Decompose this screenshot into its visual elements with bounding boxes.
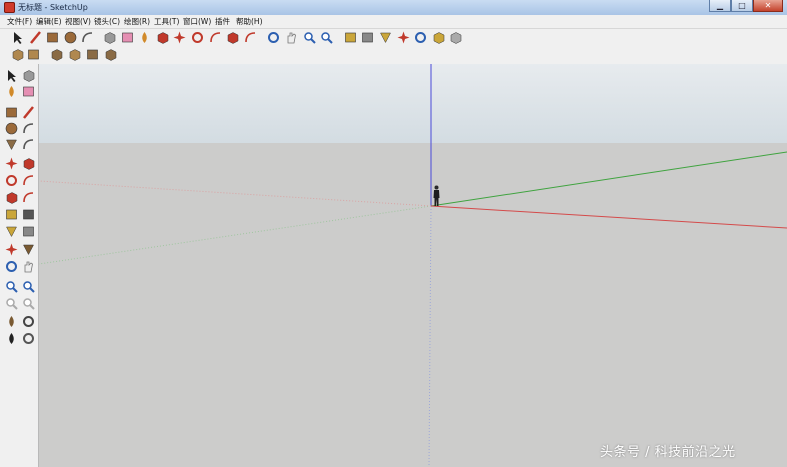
text-icon[interactable] [21,224,36,239]
front-view-icon[interactable] [49,47,64,62]
look-around-icon[interactable] [21,314,36,329]
blue-axis-dashed [428,205,432,467]
zoom-window-icon[interactable] [21,279,36,294]
circle-icon[interactable] [4,121,19,136]
dimension-icon[interactable] [21,207,36,222]
green-axis-dashed [39,205,432,265]
title-bar: 无标题 - SketchUp ▁ □ ✕ [0,0,787,15]
watermark: 头条号 / 科技前沿之光 [600,445,736,460]
eraser-icon[interactable] [120,30,135,45]
offset-icon[interactable] [243,30,258,45]
push-pull-icon[interactable] [155,30,170,45]
right-view-icon[interactable] [67,47,82,62]
menu-draw[interactable]: 绘图(R) [124,15,150,28]
select-icon[interactable] [10,30,25,45]
green-axis-solid [430,151,787,207]
eraser-icon[interactable] [21,84,36,99]
axes-icon[interactable] [396,30,411,45]
3d-warehouse-icon[interactable] [413,30,428,45]
scale-figure-person[interactable] [433,185,440,207]
rotate-icon[interactable] [4,173,19,188]
zoom-extents-icon[interactable] [319,30,334,45]
paint-bucket-icon[interactable] [137,30,152,45]
window-title: 无标题 - SketchUp [18,3,88,12]
rotate-icon[interactable] [190,30,205,45]
components-icon[interactable] [448,30,463,45]
axes-icon[interactable] [4,242,19,257]
rectangle-icon[interactable] [4,105,19,120]
drawing-viewport[interactable] [39,64,787,467]
protractor-icon[interactable] [4,224,19,239]
next-view-icon[interactable] [21,296,36,311]
close-button[interactable]: ✕ [753,0,783,12]
circle-icon[interactable] [63,30,78,45]
sketchup-app-icon[interactable] [4,2,15,13]
protractor-icon[interactable] [378,30,393,45]
select-icon[interactable] [4,68,19,83]
previous-view-icon[interactable] [4,296,19,311]
menu-edit[interactable]: 编辑(E) [36,15,62,28]
menu-plugins[interactable]: 插件 [215,15,230,28]
polygon-icon[interactable] [4,137,19,152]
scale-icon[interactable] [4,190,19,205]
menu-camera[interactable]: 镜头(C) [94,15,120,28]
follow-me-icon[interactable] [208,30,223,45]
tape-measure-icon[interactable] [4,207,19,222]
section-plane-icon[interactable] [21,331,36,346]
offset-icon[interactable] [21,190,36,205]
arc-icon[interactable] [21,121,36,136]
text-icon[interactable] [360,30,375,45]
share-model-icon[interactable] [431,30,446,45]
scale-icon[interactable] [225,30,240,45]
walk-icon[interactable] [4,331,19,346]
3d-text-icon[interactable] [21,242,36,257]
left-toolbar [0,64,39,467]
paint-bucket-icon[interactable] [4,84,19,99]
move-icon[interactable] [4,156,19,171]
iso-view-icon[interactable] [10,47,25,62]
maximize-button[interactable]: □ [731,0,753,12]
pencil-icon[interactable] [28,30,43,45]
menu-bar: 文件(F) 编辑(E) 视图(V) 镜头(C) 绘图(R) 工具(T) 窗口(W… [0,15,787,29]
left-view-icon[interactable] [103,47,118,62]
make-component-icon[interactable] [102,30,117,45]
position-camera-icon[interactable] [4,314,19,329]
menu-file[interactable]: 文件(F) [7,15,32,28]
orbit-icon[interactable] [4,259,19,274]
back-view-icon[interactable] [85,47,100,62]
move-icon[interactable] [172,30,187,45]
top-view-icon[interactable] [26,47,41,62]
freehand-icon[interactable] [21,137,36,152]
model-axes [39,64,787,467]
minimize-button[interactable]: ▁ [709,0,731,12]
toolbar-area [0,29,787,65]
follow-me-icon[interactable] [21,173,36,188]
menu-tools[interactable]: 工具(T) [154,15,179,28]
pan-icon[interactable] [284,30,299,45]
arc-icon[interactable] [80,30,95,45]
orbit-icon[interactable] [266,30,281,45]
zoom-icon[interactable] [4,279,19,294]
menu-window[interactable]: 窗口(W) [183,15,211,28]
rectangle-icon[interactable] [45,30,60,45]
push-pull-icon[interactable] [21,156,36,171]
red-axis-dashed [39,180,432,207]
tape-measure-icon[interactable] [343,30,358,45]
zoom-icon[interactable] [302,30,317,45]
red-axis-solid [430,205,787,229]
menu-view[interactable]: 视图(V) [65,15,91,28]
menu-help[interactable]: 帮助(H) [236,15,263,28]
window-controls: ▁ □ ✕ [709,0,783,12]
line-icon[interactable] [21,105,36,120]
make-component-icon[interactable] [21,68,36,83]
pan-icon[interactable] [21,259,36,274]
